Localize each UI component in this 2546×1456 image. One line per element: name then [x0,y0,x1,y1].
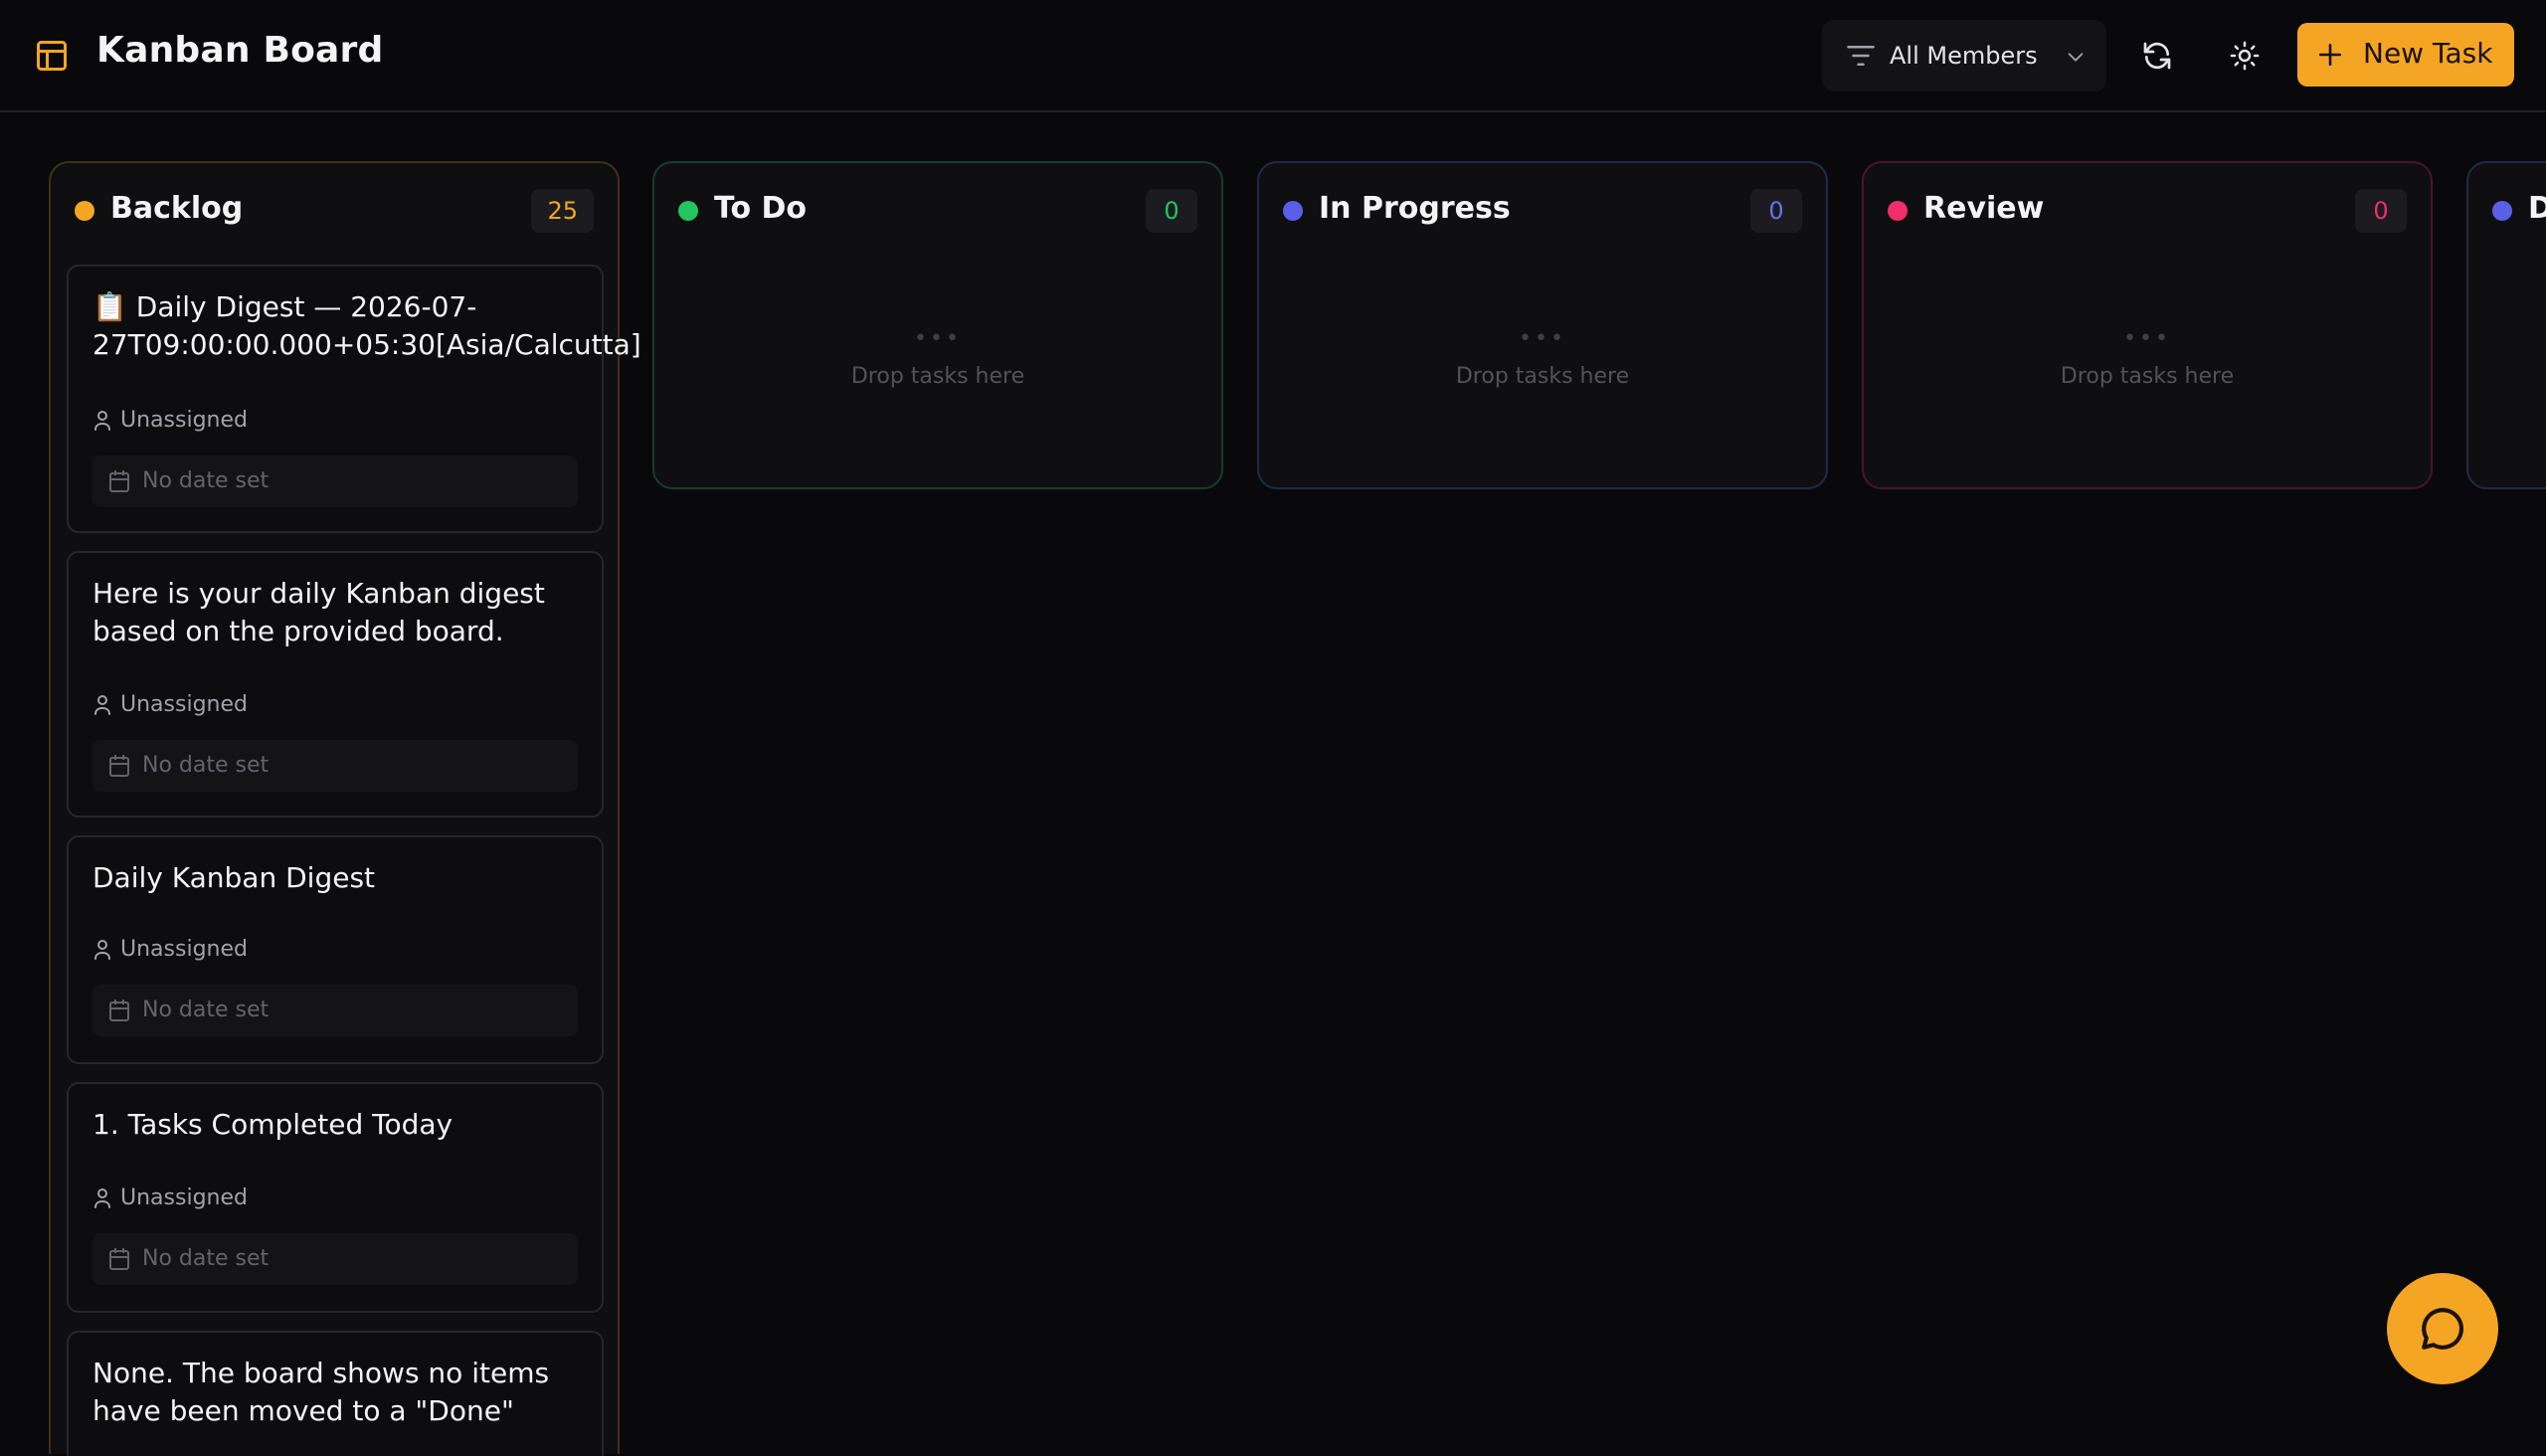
filter-icon [1847,46,1875,66]
user-icon [94,1188,110,1208]
column-title: In Progress [1319,191,1511,226]
task-title: 1. Tasks Completed Today [92,1108,454,1141]
chat-bubble-icon [2422,1308,2463,1350]
assignee-label: Unassigned [120,692,248,717]
theme-toggle-button[interactable] [2219,30,2271,82]
status-dot [75,201,94,221]
assignee-label: Unassigned [120,937,248,962]
column-title: To Do [714,191,808,226]
column-title: D [2528,191,2546,226]
drop-zone[interactable]: ••• Drop tasks here [1259,326,1826,390]
ellipsis-icon: ••• [1519,326,1566,351]
calendar-icon [109,755,129,777]
task-title: 📋 Daily Digest — 2026-07-27T09:00:00.000… [92,290,641,361]
calendar-icon [109,470,129,492]
calendar-icon [109,1248,129,1270]
task-assignee: Unassigned [92,1185,248,1210]
drop-zone[interactable]: ••• Drop tasks here [1864,326,2431,390]
new-task-label: New Task [2363,37,2493,70]
column-count-badge: 25 [531,189,594,233]
due-date-label: No date set [142,1246,270,1271]
task-card[interactable]: Here is your daily Kanban digest based o… [67,551,604,818]
page-title: Kanban Board [96,30,384,71]
task-title: None. The board shows no items have been… [92,1357,550,1427]
filter-label: All Members [1890,42,2038,70]
task-assignee: Unassigned [92,408,248,433]
due-date-label: No date set [142,753,270,778]
status-dot [678,201,698,221]
top-bar: Kanban Board All Members New Task [0,0,2546,112]
due-date-label: No date set [142,998,270,1022]
column-count-badge: 0 [1750,189,1802,233]
member-filter-dropdown[interactable]: All Members [1822,20,2106,91]
assignee-label: Unassigned [120,1185,248,1210]
column-in-progress[interactable]: In Progress 0 ••• Drop tasks here [1257,161,1828,489]
drop-hint: Drop tasks here [2060,364,2235,389]
task-assignee: Unassigned [92,937,248,962]
column-title: Backlog [110,191,244,226]
column-count-badge: 0 [2355,189,2407,233]
column-review[interactable]: Review 0 ••• Drop tasks here [1862,161,2433,489]
drop-hint: Drop tasks here [850,364,1025,389]
task-card[interactable]: 📋 Daily Digest — 2026-07-27T09:00:00.000… [67,265,641,533]
task-title: Here is your daily Kanban digest based o… [92,577,545,647]
due-date-field[interactable]: No date set [92,985,578,1036]
user-icon [94,940,110,960]
assignee-label: Unassigned [120,408,248,433]
layout-board-icon [37,41,67,71]
status-dot [2492,201,2512,221]
status-dot [1888,201,1908,221]
due-date-label: No date set [142,468,270,493]
task-card[interactable]: Daily Kanban Digest Unassigned No date s… [67,835,604,1064]
due-date-field[interactable]: No date set [92,455,578,507]
column-todo[interactable]: To Do 0 ••• Drop tasks here [652,161,1223,489]
chat-button[interactable] [2387,1273,2498,1384]
task-card[interactable]: 1. Tasks Completed Today Unassigned No d… [67,1082,604,1313]
column-done[interactable]: D [2466,161,2546,489]
user-icon [94,695,110,715]
sun-icon [2230,41,2260,71]
new-task-button[interactable]: New Task [2297,23,2514,87]
user-icon [94,411,110,431]
column-title: Review [1923,191,2045,226]
due-date-field[interactable]: No date set [92,1233,578,1285]
refresh-button[interactable] [2131,30,2183,82]
ellipsis-icon: ••• [2123,326,2171,351]
chevron-down-icon [2068,53,2084,62]
column-count-badge: 0 [1146,189,1197,233]
column-backlog[interactable]: Backlog 25 📋 Daily Digest — 2026-07-27T0… [49,161,641,1456]
plus-icon [2318,43,2342,67]
refresh-icon [2143,42,2171,70]
due-date-field[interactable]: No date set [92,740,578,792]
drop-hint: Drop tasks here [1455,364,1630,389]
status-dot [1283,201,1303,221]
calendar-icon [109,1000,129,1021]
drop-zone[interactable]: ••• Drop tasks here [654,326,1221,390]
task-card[interactable]: None. The board shows no items have been… [67,1331,604,1456]
ellipsis-icon: ••• [914,326,962,351]
task-assignee: Unassigned [92,692,248,717]
task-title: Daily Kanban Digest [92,861,376,894]
